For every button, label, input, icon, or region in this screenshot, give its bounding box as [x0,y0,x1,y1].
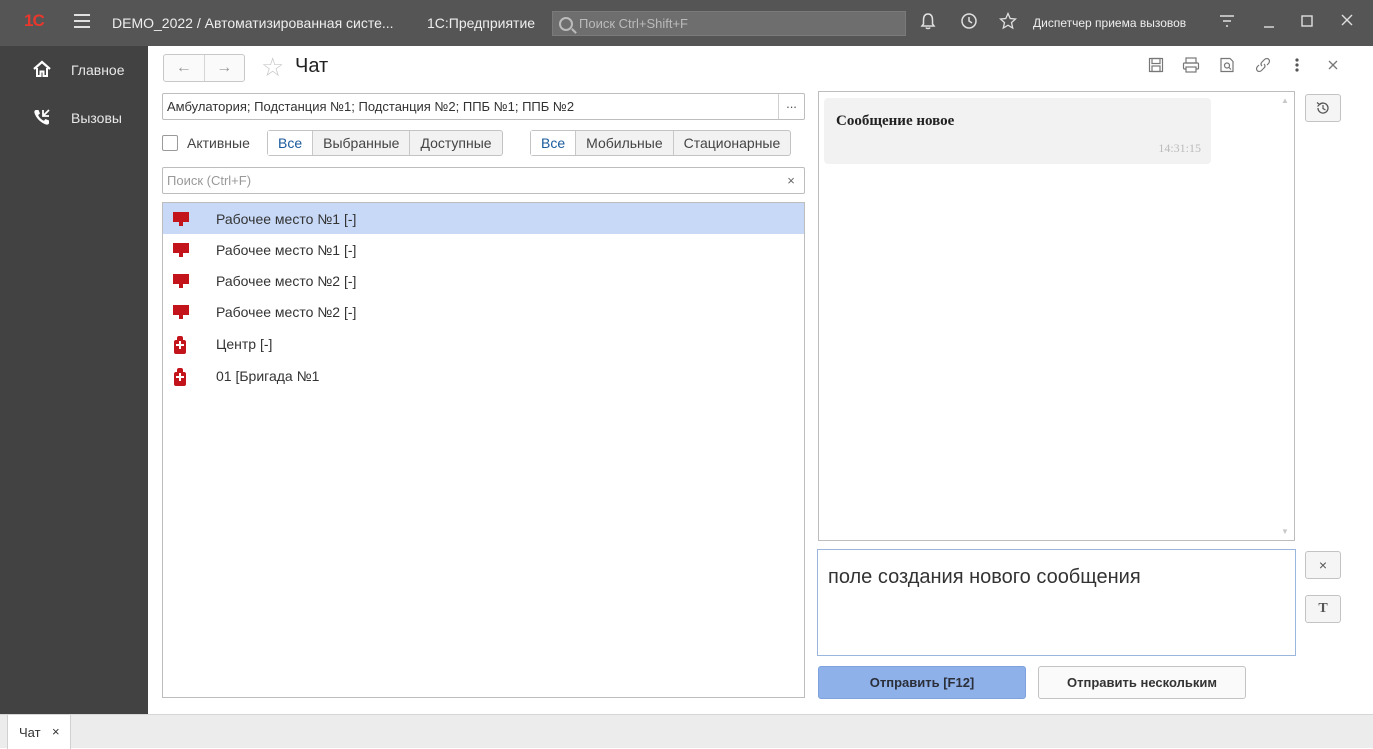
scroll-down-arrow-icon[interactable]: ▼ [1280,527,1290,536]
link-icon[interactable] [1252,57,1274,79]
open-windows-bar: Чат × [0,714,1373,749]
chat-message-time: 14:31:15 [1158,141,1201,155]
list-search-input[interactable]: Поиск (Ctrl+F) × [162,167,805,194]
history-button[interactable] [1305,94,1341,122]
list-item-label: Рабочее место №1 [-] [216,241,357,258]
list-item[interactable]: Рабочее место №2 [-] [163,296,804,327]
global-search-placeholder: Поиск Ctrl+Shift+F [579,16,688,31]
close-window-icon[interactable] [1336,12,1358,34]
nav-buttons: ← → [163,54,245,82]
home-icon [31,59,53,81]
list-item[interactable]: Рабочее место №1 [-] [163,203,804,234]
chat-history[interactable]: Сообщение новое 14:31:15 ▲ ▼ [818,91,1295,541]
scope-filter-group: Все Выбранные Доступные [267,130,503,156]
sidebar-item-main[interactable]: Главное [0,46,148,94]
list-item[interactable]: Рабочее место №2 [-] [163,265,804,296]
sidebar-item-label: Вызовы [71,110,122,126]
list-item-label: Рабочее место №1 [-] [216,210,357,227]
recipients-list: Рабочее место №1 [-] Рабочее место №1 [-… [162,202,805,698]
current-user[interactable]: Диспетчер приема вызовов [1033,16,1186,30]
page-title: Чат [295,55,329,77]
substation-filter-field[interactable]: Амбулатория; Подстанция №1; Подстанция №… [162,93,805,120]
workstation-icon [173,211,189,227]
type-mobile-button[interactable]: Мобильные [576,131,674,155]
clear-message-button[interactable]: × [1305,551,1341,579]
chat-message-text: Сообщение новое [836,113,955,129]
workstation-icon [173,273,189,289]
workstation-icon [173,304,189,320]
product-name: 1С:Предприятие [427,15,536,31]
type-all-button[interactable]: Все [531,131,577,155]
sidebar: Главное Вызовы [0,46,148,714]
type-stationary-button[interactable]: Стационарные [674,131,791,155]
scroll-up-arrow-icon[interactable]: ▲ [1280,96,1290,105]
window-title: DEMO_2022 / Автоматизированная систе... [112,15,394,31]
type-filter-group: Все Мобильные Стационарные [530,130,792,156]
list-item-label: Рабочее место №2 [-] [216,272,357,289]
menu-icon[interactable] [74,14,90,28]
new-message-input[interactable]: поле создания нового сообщения [817,549,1296,656]
substation-filter-value: Амбулатория; Подстанция №1; Подстанция №… [167,99,575,114]
send-multiple-button[interactable]: Отправить нескольким [1038,666,1246,699]
preview-icon[interactable] [1216,57,1238,79]
clear-search-icon[interactable]: × [778,168,804,193]
send-button[interactable]: Отправить [F12] [818,666,1026,699]
scope-all-button[interactable]: Все [268,131,314,155]
list-item-label: Центр [-] [216,335,273,352]
save-icon[interactable] [1145,57,1167,79]
tab-chat[interactable]: Чат × [7,715,71,749]
search-icon [559,16,573,31]
forward-arrow-icon[interactable]: → [205,55,245,81]
select-button[interactable]: ... [778,94,804,119]
back-arrow-icon[interactable]: ← [164,55,205,81]
list-item-label: 01 [Бригада №1 [216,367,320,384]
list-item[interactable]: Центр [-] [163,328,804,359]
scope-selected-button[interactable]: Выбранные [313,131,411,155]
list-item[interactable]: Рабочее место №1 [-] [163,234,804,265]
minimize-icon[interactable] [1258,12,1280,34]
print-icon[interactable] [1180,57,1202,79]
list-item[interactable]: 01 [Бригада №1 [163,360,804,391]
main-content: ← → ☆ Чат Амбулатория; Подстанция №1; По… [148,46,1373,714]
sidebar-item-calls[interactable]: Вызовы [0,94,148,142]
close-tab-icon[interactable]: × [52,724,60,739]
sidebar-item-label: Главное [71,62,125,78]
bell-icon[interactable] [917,12,939,34]
more-actions-icon[interactable] [1286,57,1308,79]
workstation-icon [173,242,189,258]
global-search-input[interactable]: Поиск Ctrl+Shift+F [552,11,906,36]
favorites-star-icon[interactable] [997,11,1019,34]
chat-message: Сообщение новое 14:31:15 [824,98,1211,164]
phone-icon [31,107,53,129]
add-favorite-star-icon[interactable]: ☆ [261,53,284,81]
active-checkbox-row[interactable]: Активные [162,130,250,156]
active-checkbox-label: Активные [187,135,250,151]
scope-available-button[interactable]: Доступные [410,131,501,155]
ambulance-icon [173,335,189,354]
title-bar: 1С DEMO_2022 / Автоматизированная систе.… [0,0,1373,46]
new-message-text: поле создания нового сообщения [828,566,1141,588]
tab-label: Чат [19,725,41,740]
history-icon [1316,102,1329,114]
list-search-placeholder: Поиск (Ctrl+F) [167,173,252,188]
list-item-label: Рабочее место №2 [-] [216,303,357,320]
settings-menu-icon[interactable] [1216,12,1238,34]
close-form-icon[interactable] [1322,57,1344,79]
app-logo[interactable]: 1С [24,11,58,33]
text-format-button[interactable]: Т [1305,595,1341,623]
history-icon[interactable] [958,12,980,34]
ambulance-icon [173,367,189,386]
maximize-icon[interactable] [1296,12,1318,34]
active-checkbox[interactable] [162,135,178,151]
